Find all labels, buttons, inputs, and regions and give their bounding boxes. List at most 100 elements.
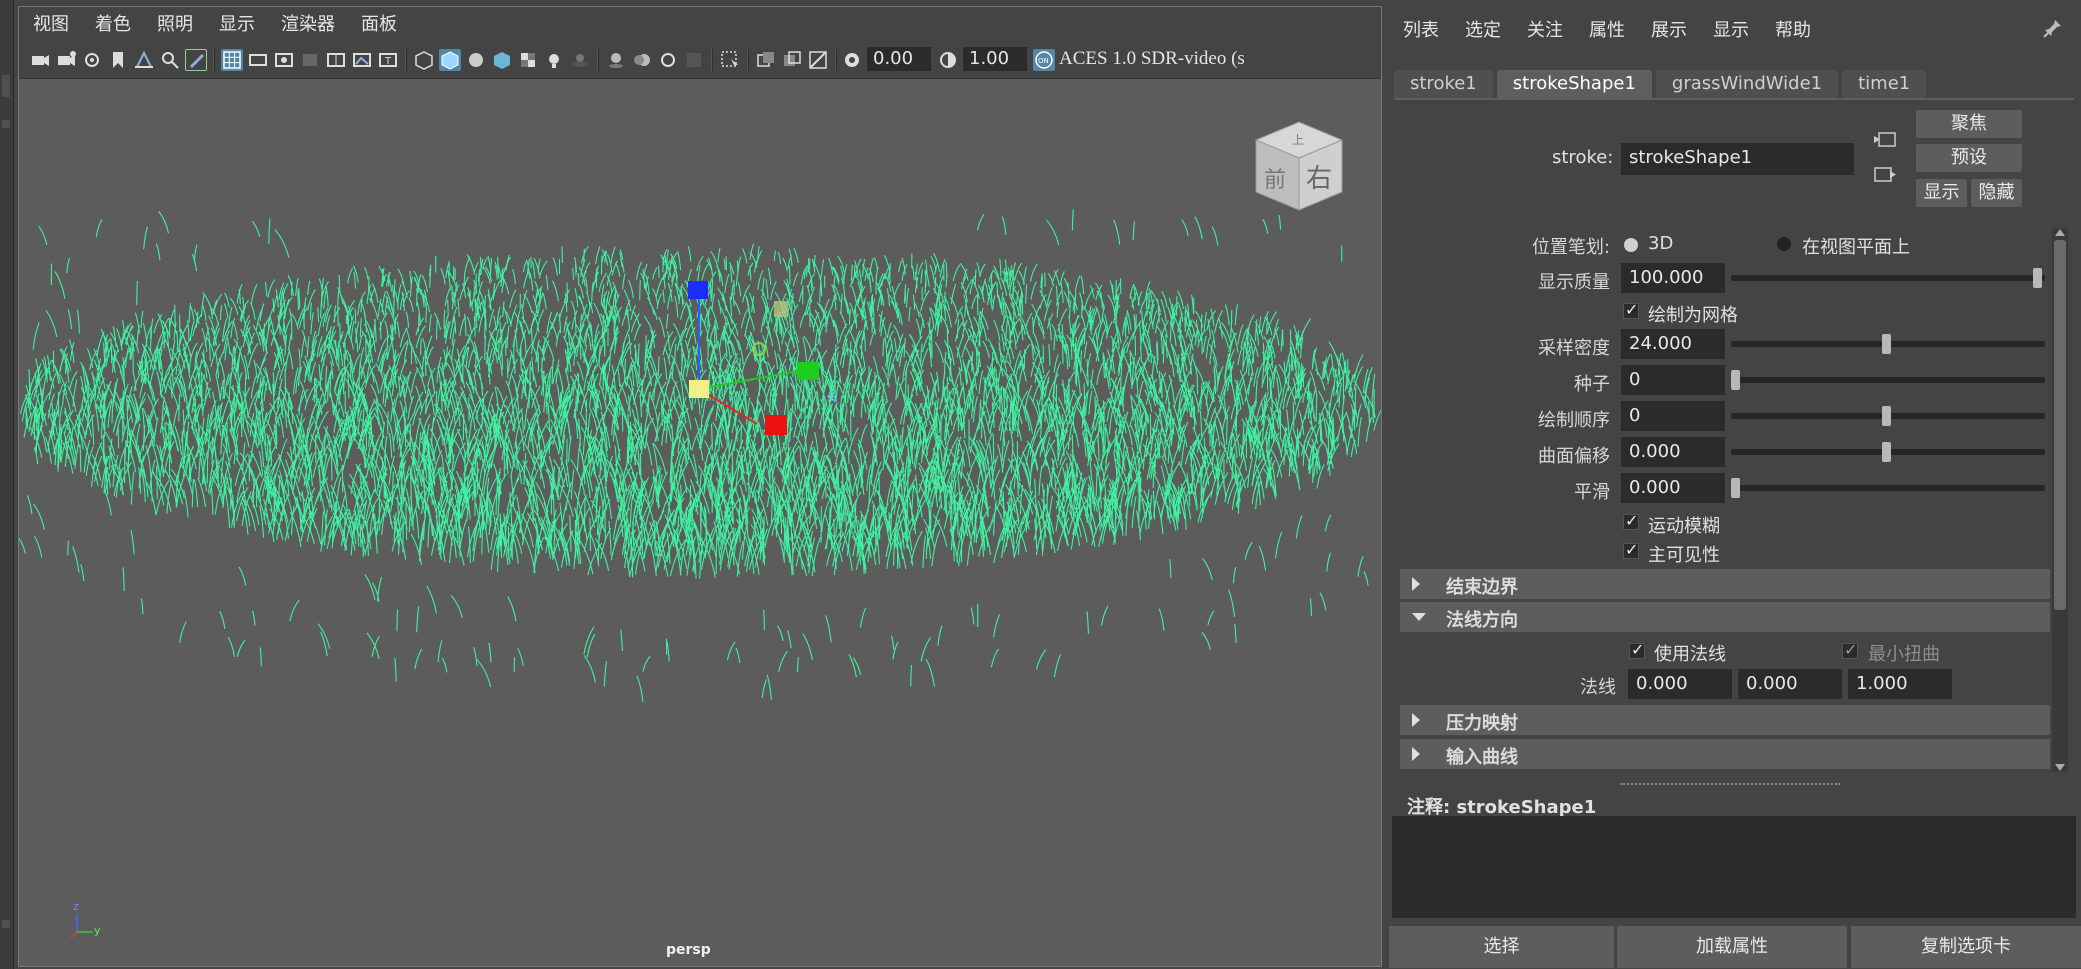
radio-view-plane[interactable] [1777,237,1791,251]
menu-lighting[interactable]: 照明 [157,10,193,36]
manip-z-axis[interactable] [698,369,805,390]
camera-select-icon[interactable] [29,49,51,71]
seed-field[interactable]: 0 [1621,365,1725,395]
menu-show[interactable]: 显示 [219,10,255,36]
smooth-slider[interactable] [1731,485,2045,491]
radio-3d[interactable] [1624,238,1638,252]
display-quality-slider-handle[interactable] [2033,268,2042,288]
normal-x-field[interactable]: 0.000 [1628,669,1732,699]
screen-space-ao-icon[interactable] [605,49,627,71]
smooth-field[interactable]: 0.000 [1621,473,1725,503]
seed-slider[interactable] [1731,377,2045,383]
surface-offset-field[interactable]: 0.000 [1621,437,1725,467]
focus-button[interactable]: 聚焦 [1916,110,2022,138]
primary-visibility-checkbox[interactable] [1623,540,1639,559]
smooth-slider-handle[interactable] [1731,478,1740,498]
scrollbar-thumb[interactable] [2054,240,2066,610]
isolate-select-icon[interactable] [719,49,741,71]
shadows-icon[interactable] [569,49,591,71]
grease-pencil-icon[interactable] [185,49,207,71]
stroke-name-field[interactable]: strokeShape1 [1621,143,1854,175]
display-quality-slider[interactable] [1731,275,2045,281]
safe-action-icon[interactable] [351,49,373,71]
menu-selected[interactable]: 选定 [1465,16,1501,42]
tab-stroke1[interactable]: stroke1 [1394,70,1493,98]
wireframe-icon[interactable] [413,49,435,71]
show-button[interactable]: 显示 [1916,179,1967,207]
default-material-icon[interactable] [465,49,487,71]
notes-resize-handle[interactable] [1620,783,1840,787]
menu-list[interactable]: 列表 [1403,16,1439,42]
bookmark-icon[interactable] [107,49,129,71]
gamma-field[interactable]: 1.00 [963,47,1027,71]
menu-focus[interactable]: 关注 [1527,16,1563,42]
section-end-bounds[interactable]: 结束边界 [1400,569,2050,599]
manip-green-handle[interactable] [797,362,819,380]
manip-red-handle[interactable] [765,415,787,435]
camera-attributes-icon[interactable] [55,49,77,71]
scroll-down-arrow-icon[interactable] [2055,764,2065,771]
tab-time1[interactable]: time1 [1842,70,1927,98]
min-twist-checkbox[interactable] [1842,640,1858,659]
manip-center-handle[interactable] [689,380,709,398]
2d-pan-zoom-icon[interactable] [159,49,181,71]
gate-mask-icon[interactable] [299,49,321,71]
menu-panels[interactable]: 面板 [361,10,397,36]
output-connection-icon[interactable] [1873,165,1897,185]
menu-shading[interactable]: 着色 [95,10,131,36]
menu-show-display[interactable]: 展示 [1651,16,1687,42]
section-normal-direction[interactable]: 法线方向 [1400,602,2050,632]
resolution-gate-icon[interactable] [273,49,295,71]
exposure-icon[interactable] [841,49,863,71]
lights-icon[interactable] [543,49,565,71]
scroll-up-arrow-icon[interactable] [2055,229,2065,236]
load-attributes-button[interactable]: 加载属性 [1617,926,1847,968]
anti-aliasing-icon[interactable] [657,49,679,71]
tab-grasswindwide1[interactable]: grassWindWide1 [1655,70,1839,98]
pin-icon[interactable] [2043,18,2063,38]
presets-button[interactable]: 预设 [1916,144,2022,172]
use-normal-checkbox[interactable] [1629,640,1645,659]
menu-help[interactable]: 帮助 [1775,16,1811,42]
menu-renderer[interactable]: 渲染器 [281,10,335,36]
draw-as-mesh-checkbox[interactable] [1623,300,1639,319]
tab-strokeshape1[interactable]: strokeShape1 [1496,70,1652,98]
menu-attributes[interactable]: 属性 [1589,16,1625,42]
field-chart-icon[interactable] [325,49,347,71]
smooth-shade-icon[interactable] [439,49,461,71]
input-connection-icon[interactable] [1873,130,1897,150]
menu-display[interactable]: 显示 [1713,16,1749,42]
select-button[interactable]: 选择 [1389,926,1614,968]
image-plane-icon[interactable] [133,49,155,71]
copy-tab-button[interactable]: 复制选项卡 [1851,926,2081,968]
textured-icon[interactable] [491,49,513,71]
section-input-curves[interactable]: 输入曲线 [1400,739,2050,769]
normal-y-field[interactable]: 0.000 [1738,669,1842,699]
xray-joints-icon[interactable] [781,49,803,71]
strip-handle[interactable] [2,120,10,128]
safe-title-icon[interactable]: T [377,49,399,71]
film-gate-icon[interactable] [247,49,269,71]
gamma-icon[interactable] [937,49,959,71]
manip-blue-handle[interactable] [688,281,708,299]
exposure-field[interactable]: 0.00 [867,47,931,71]
viewport-canvas[interactable]: ⇆ 上 前 右 z y persp [19,79,1381,966]
strip-handle[interactable] [2,75,10,97]
manip-plane-handle[interactable] [774,301,788,317]
sample-density-field[interactable]: 24.000 [1621,329,1725,359]
motion-blur-checkbox[interactable] [1623,511,1639,530]
ae-scrollbar[interactable] [2052,228,2068,772]
strip-handle[interactable] [2,920,10,928]
viewcube[interactable]: 上 前 右 [1244,112,1354,222]
seed-slider-handle[interactable] [1731,370,1740,390]
move-manipulator[interactable]: ⇆ [19,79,1381,966]
xray-icon[interactable] [755,49,777,71]
menu-view[interactable]: 视图 [33,10,69,36]
sample-density-slider-handle[interactable] [1882,334,1891,354]
section-pressure-mapping[interactable]: 压力映射 [1400,705,2050,735]
manip-rotate-handle[interactable] [752,342,766,356]
motion-blur-icon[interactable] [631,49,653,71]
color-space-label[interactable]: ACES 1.0 SDR-video (s [1059,48,1245,70]
normal-z-field[interactable]: 1.000 [1848,669,1952,699]
camera-bookmark-icon[interactable] [81,49,103,71]
